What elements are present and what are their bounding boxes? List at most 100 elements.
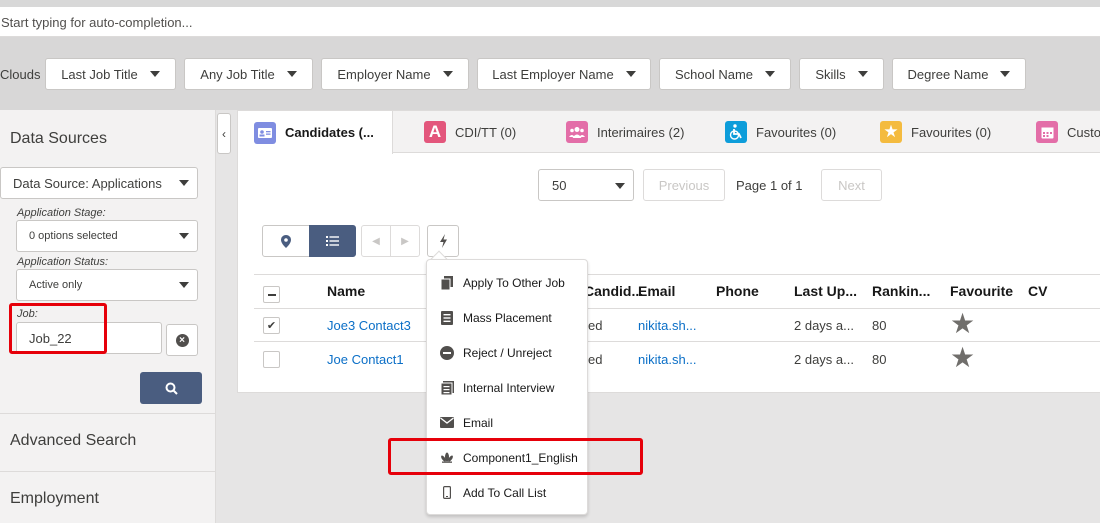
menu-item-reject-unreject[interactable]: Reject / Unreject [427,335,587,370]
scroll-left-button[interactable]: ◀ [361,225,391,257]
candidate-ranking: 80 [872,352,887,367]
column-header-ranking[interactable]: Rankin... [872,283,930,299]
menu-item-component1-english[interactable]: Component1_English [427,440,587,475]
menu-item-email[interactable]: Email [427,405,587,440]
minus-icon [267,293,276,296]
notes-icon [440,380,454,395]
list-document-icon [440,310,454,325]
filter-any-job-title-button[interactable]: Any Job Title [184,58,313,90]
clouds-label: Clouds [0,67,41,82]
filter-school-name-button[interactable]: School Name [659,58,791,90]
chevron-down-icon [442,71,453,77]
column-header-name[interactable]: Name [327,283,365,299]
candidate-email-link[interactable]: nikita.sh... [638,352,697,367]
envelope-icon [440,416,454,430]
contact-card-icon [254,121,276,144]
list-icon [326,236,339,246]
chevron-left-icon: ◀ [372,235,380,247]
data-sources-title: Data Sources [10,130,107,147]
chevron-right-icon: ▶ [401,235,409,247]
check-icon: ✔ [266,320,277,332]
column-header-email[interactable]: Email [638,283,675,299]
global-search-bar [0,7,1100,37]
candidate-status: ed [588,318,603,333]
favourite-star-icon[interactable]: ★ [950,344,975,372]
actions-menu-button[interactable] [427,225,459,257]
candidate-last-updated: 2 days a... [794,352,854,367]
left-panel: Data Sources Data Source: Applications A… [0,110,216,523]
column-header-favourite[interactable]: Favourite [950,283,1013,299]
candidate-name-link[interactable]: Joe3 Contact3 [327,318,411,333]
tab-favourites-accessibility[interactable]: Favourites (0) [725,111,836,153]
menu-item-add-to-call-list[interactable]: Add To Call List [427,475,587,510]
filter-employer-name-button[interactable]: Employer Name [321,58,469,90]
application-stage-select[interactable]: 0 options selected [16,220,198,252]
main-panel: Candidates (... A CDI/TT (0) Interimaire… [237,110,1100,393]
column-header-candidate[interactable]: Candid... [584,283,643,299]
filter-last-employer-name-button[interactable]: Last Employer Name [477,58,651,90]
divider [0,413,216,414]
filter-degree-name-button[interactable]: Degree Name [892,58,1026,90]
tab-favourites-star[interactable]: ★ Favourites (0) [880,111,991,153]
chevron-down-icon [857,71,868,77]
document-copy-icon [440,275,454,290]
previous-button[interactable]: Previous [643,169,725,201]
map-view-button[interactable] [262,225,310,257]
next-button[interactable]: Next [821,169,882,201]
accessibility-icon [725,121,747,143]
candidate-email-link[interactable]: nikita.sh... [638,318,697,333]
row-checkbox-checked[interactable]: ✔ [263,317,280,334]
search-icon [165,382,178,395]
job-label: Job: [17,308,38,320]
select-all-checkbox[interactable] [263,286,280,303]
job-field[interactable]: Job_22 [16,322,162,354]
minus-circle-icon [440,345,454,360]
column-header-phone[interactable]: Phone [716,283,759,299]
tab-custom[interactable]: Custo [1036,111,1100,153]
application-status-label: Application Status: [17,256,109,268]
chevron-down-icon [615,183,625,189]
candidate-last-updated: 2 days a... [794,318,854,333]
chevron-down-icon [286,71,297,77]
filter-last-job-title-button[interactable]: Last Job Title [45,58,176,90]
chevron-down-icon [179,233,189,239]
column-header-last-updated[interactable]: Last Up... [794,283,857,299]
menu-item-internal-interview[interactable]: Internal Interview [427,370,587,405]
letter-a-icon: A [424,121,446,143]
employment-section[interactable]: Employment [10,490,99,508]
row-checkbox[interactable] [263,351,280,368]
top-strip [0,0,1100,7]
lotus-icon [440,451,454,465]
candidate-name-link[interactable]: Joe Contact1 [327,352,404,367]
chevron-left-icon: ‹ [222,126,226,141]
search-button[interactable] [140,372,202,404]
group-icon [566,121,588,143]
tab-interimaires[interactable]: Interimaires (2) [566,111,684,153]
search-input[interactable] [0,7,1100,37]
candidate-ranking: 80 [872,318,887,333]
menu-item-mass-placement[interactable]: Mass Placement [427,300,587,335]
data-source-select[interactable]: Data Source: Applications [0,167,198,199]
application-status-select[interactable]: Active only [16,269,198,301]
chevron-down-icon [149,71,160,77]
favourite-star-icon[interactable]: ★ [950,310,975,338]
collapse-panel-button[interactable]: ‹ [217,113,231,154]
scroll-right-button[interactable]: ▶ [390,225,420,257]
page-size-select[interactable]: 50 [538,169,634,201]
menu-item-apply-to-other-job[interactable]: Apply To Other Job [427,265,587,300]
actions-dropdown-menu: Apply To Other Job Mass Placement Reject… [426,259,588,515]
divider [0,471,216,472]
tab-candidates[interactable]: Candidates (... [238,111,393,154]
list-view-button[interactable] [309,225,356,257]
clear-job-button[interactable]: × [166,324,198,356]
advanced-search-section[interactable]: Advanced Search [10,432,136,450]
filter-skills-button[interactable]: Skills [799,58,884,90]
candidate-status: ed [588,352,603,367]
tab-cdi-tt[interactable]: A CDI/TT (0) [424,111,516,153]
chevron-down-icon [1000,71,1011,77]
column-header-cv[interactable]: CV [1028,283,1047,299]
page-info: Page 1 of 1 [736,178,803,193]
chevron-down-icon [625,71,636,77]
close-icon: × [175,333,189,347]
chevron-down-icon [765,71,776,77]
